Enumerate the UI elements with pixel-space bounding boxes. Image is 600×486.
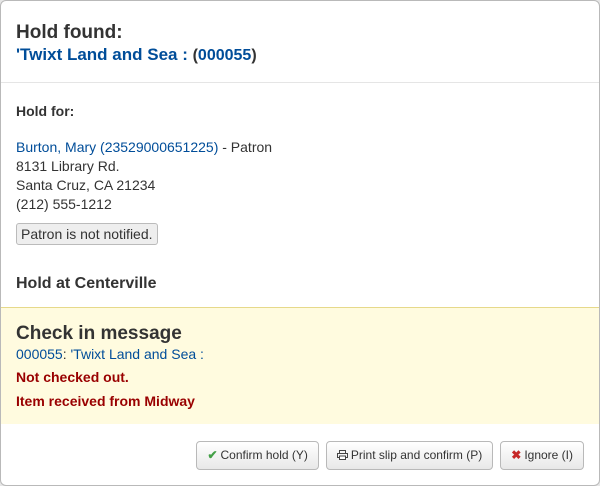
print-slip-button[interactable]: Print slip and confirm (P) <box>325 441 494 470</box>
hold-found-modal: Hold found: 'Twixt Land and Sea : (00005… <box>0 0 600 486</box>
item-title-link[interactable]: 'Twixt Land and Sea : <box>16 45 188 64</box>
modal-footer: ✔ Confirm hold (Y) Print slip and confirm… <box>1 424 599 485</box>
printer-icon <box>336 448 348 462</box>
ignore-button[interactable]: ✖ Ignore (I) <box>500 441 584 470</box>
check-icon: ✔ <box>207 448 218 462</box>
print-slip-label: Print slip and confirm (P) <box>350 448 483 462</box>
not-checked-out-message: Not checked out. <box>16 369 129 385</box>
barcode-link[interactable]: 000055 <box>198 47 251 64</box>
patron-link[interactable]: Burton, Mary (23529000651225) <box>16 139 218 155</box>
checkin-separator: : <box>62 346 67 362</box>
notify-status-badge: Patron is not notified. <box>16 223 158 245</box>
item-received-message: Item received from Midway <box>16 393 195 409</box>
checkin-title-link[interactable]: 'Twixt Land and Sea : <box>71 346 204 362</box>
modal-title: Hold found: <box>16 22 123 43</box>
modal-header: Hold found: 'Twixt Land and Sea : (00005… <box>1 1 599 83</box>
checkin-message-panel: Check in message 000055: 'Twixt Land and… <box>1 307 599 424</box>
patron-line: Burton, Mary (23529000651225) - Patron <box>16 138 584 157</box>
address-line2: Santa Cruz, CA 21234 <box>16 177 156 193</box>
hold-at-location: Hold at Centerville <box>16 275 157 292</box>
barcode-close-paren: ) <box>251 47 257 64</box>
checkin-title: Check in message <box>16 323 182 344</box>
confirm-hold-button[interactable]: ✔ Confirm hold (Y) <box>196 441 319 470</box>
patron-phone: (212) 555-1212 <box>16 196 112 212</box>
patron-suffix: - Patron <box>222 139 273 155</box>
item-title-line: 'Twixt Land and Sea : (000055) <box>16 44 584 67</box>
modal-body: Hold for: Burton, Mary (23529000651225) … <box>1 83 599 293</box>
ignore-label: Ignore (I) <box>524 448 573 462</box>
confirm-hold-label: Confirm hold (Y) <box>220 448 308 462</box>
address-line1: 8131 Library Rd. <box>16 158 120 174</box>
checkin-barcode-link[interactable]: 000055 <box>16 346 63 362</box>
checkin-item-line: 000055: 'Twixt Land and Sea : <box>16 346 584 362</box>
hold-for-label: Hold for: <box>16 103 75 119</box>
close-icon: ✖ <box>511 448 522 462</box>
